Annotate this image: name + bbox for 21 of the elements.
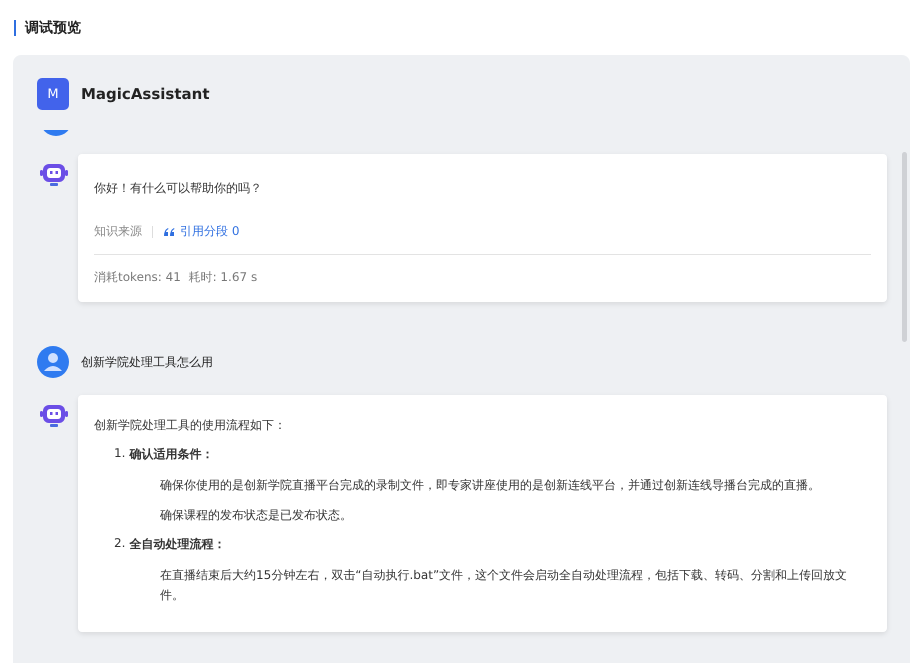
step-title: 全自动处理流程： — [129, 536, 226, 553]
quote-icon — [163, 226, 175, 236]
step-paragraph: 确保你使用的是创新学院直播平台完成的录制文件，即专家讲座使用的是创新连线平台，并通过创新连线导播台完成的直播。 — [160, 477, 821, 494]
source-label: 知识来源 — [94, 223, 142, 240]
step-number: 2. — [114, 536, 126, 552]
answer-intro: 创新学院处理工具的使用流程如下： — [94, 417, 287, 434]
assistant-name: MagicAssistant — [81, 85, 210, 103]
assistant-avatar: M — [37, 78, 69, 110]
robot-icon — [40, 404, 68, 430]
scrollbar[interactable] — [902, 152, 907, 342]
step-title: 确认适用条件： — [129, 446, 214, 463]
step-paragraph: 在直播结束后大约15分钟左右，双击“自动执行.bat”文件，这个文件会启动全自动处理流程，包括下载、转码、分割和上传回放文件。 — [160, 566, 848, 604]
user-avatar-icon — [37, 346, 69, 378]
message-text: 你好！有什么可以帮助你的吗？ — [94, 180, 263, 197]
step-paragraph: 确保课程的发布状态是已发布状态。 — [160, 507, 353, 524]
usage-stats: 消耗tokens: 41 耗时: 1.67 s — [94, 270, 258, 284]
citation-link[interactable]: 引用分段 0 — [163, 223, 240, 240]
page-title: 调试预览 — [25, 18, 81, 36]
robot-icon — [40, 163, 68, 189]
user-message: 创新学院处理工具怎么用 — [81, 354, 213, 370]
step-number: 1. — [114, 446, 126, 462]
